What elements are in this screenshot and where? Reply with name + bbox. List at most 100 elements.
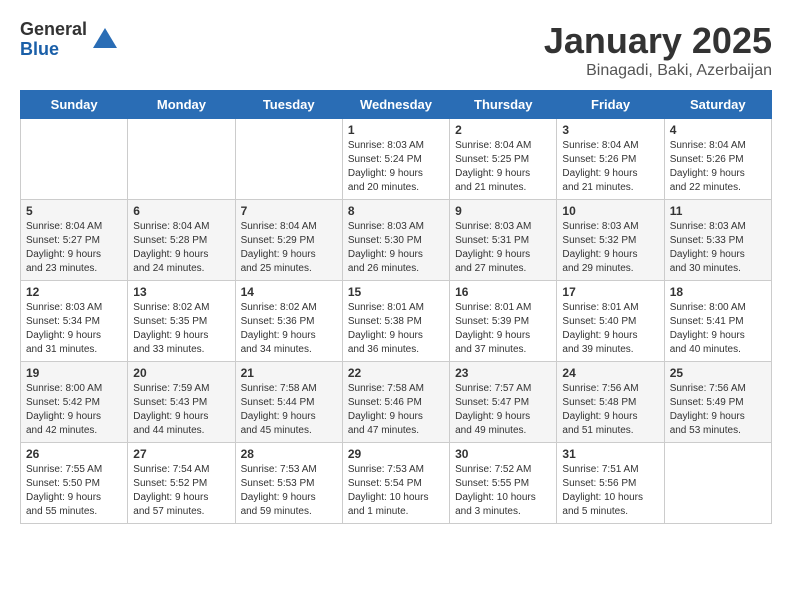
calendar-cell: 12 Sunrise: 8:03 AM Sunset: 5:34 PM Dayli…	[21, 281, 128, 362]
main-title: January 2025	[544, 20, 772, 62]
cell-content: Sunrise: 8:04 AM Sunset: 5:26 PM Dayligh…	[670, 139, 766, 195]
cell-content: Sunrise: 8:01 AM Sunset: 5:39 PM Dayligh…	[455, 301, 551, 357]
day-number: 6	[133, 204, 229, 218]
calendar-cell: 20Sunrise: 7:59 AM Sunset: 5:43 PM Dayli…	[128, 362, 235, 443]
calendar-week-row: 5Sunrise: 8:04 AM Sunset: 5:27 PM Daylig…	[21, 200, 772, 281]
cell-content: Sunrise: 8:01 AM Sunset: 5:40 PM Dayligh…	[562, 301, 658, 357]
calendar-cell: 2 Sunrise: 8:04 AM Sunset: 5:25 PM Daylig…	[450, 119, 557, 200]
day-number: 14	[241, 285, 337, 299]
day-number: 1	[348, 123, 444, 137]
day-number: 22	[348, 366, 444, 380]
calendar-week-row: 19 Sunrise: 8:00 AM Sunset: 5:42 PM Dayli…	[21, 362, 772, 443]
cell-content: Sunrise: 8:04 AM Sunset: 5:26 PM Dayligh…	[562, 139, 658, 195]
cell-content: Sunrise: 8:03 AM Sunset: 5:33 PM Dayligh…	[670, 220, 766, 276]
day-number: 18	[670, 285, 766, 299]
day-number: 19	[26, 366, 122, 380]
calendar-table: SundayMondayTuesdayWednesdayThursdayFrid…	[20, 90, 772, 524]
day-number: 2	[455, 123, 551, 137]
calendar-body: 1 Sunrise: 8:03 AM Sunset: 5:24 PM Daylig…	[21, 119, 772, 524]
calendar-cell: 17 Sunrise: 8:01 AM Sunset: 5:40 PM Dayli…	[557, 281, 664, 362]
day-number: 3	[562, 123, 658, 137]
header-day-sunday: Sunday	[21, 91, 128, 119]
cell-content: Sunrise: 8:04 AM Sunset: 5:29 PM Dayligh…	[241, 220, 337, 276]
calendar-cell: 22 Sunrise: 7:58 AM Sunset: 5:46 PM Dayli…	[342, 362, 449, 443]
cell-content: Sunrise: 8:03 AM Sunset: 5:31 PM Dayligh…	[455, 220, 551, 276]
calendar-cell	[235, 119, 342, 200]
day-number: 16	[455, 285, 551, 299]
header-day-friday: Friday	[557, 91, 664, 119]
logo-text: General Blue	[20, 20, 87, 60]
calendar-cell: 29Sunrise: 7:53 AM Sunset: 5:54 PM Dayli…	[342, 443, 449, 524]
calendar-cell	[128, 119, 235, 200]
day-number: 27	[133, 447, 229, 461]
calendar-cell: 4 Sunrise: 8:04 AM Sunset: 5:26 PM Daylig…	[664, 119, 771, 200]
calendar-cell: 3 Sunrise: 8:04 AM Sunset: 5:26 PM Daylig…	[557, 119, 664, 200]
day-number: 4	[670, 123, 766, 137]
calendar-cell: 6 Sunrise: 8:04 AM Sunset: 5:28 PM Daylig…	[128, 200, 235, 281]
day-number: 10	[562, 204, 658, 218]
calendar-cell: 7 Sunrise: 8:04 AM Sunset: 5:29 PM Daylig…	[235, 200, 342, 281]
header-day-monday: Monday	[128, 91, 235, 119]
cell-content: Sunrise: 8:03 AM Sunset: 5:34 PM Dayligh…	[26, 301, 122, 357]
cell-content: Sunrise: 8:00 AM Sunset: 5:42 PM Dayligh…	[26, 382, 122, 438]
calendar-week-row: 1 Sunrise: 8:03 AM Sunset: 5:24 PM Daylig…	[21, 119, 772, 200]
cell-content: Sunrise: 7:58 AM Sunset: 5:46 PM Dayligh…	[348, 382, 444, 438]
calendar-cell: 23 Sunrise: 7:57 AM Sunset: 5:47 PM Dayli…	[450, 362, 557, 443]
cell-content: Sunrise: 8:02 AM Sunset: 5:36 PM Dayligh…	[241, 301, 337, 357]
day-number: 8	[348, 204, 444, 218]
cell-content: Sunrise: 8:04 AM Sunset: 5:25 PM Dayligh…	[455, 139, 551, 195]
calendar-cell: 25 Sunrise: 7:56 AM Sunset: 5:49 PM Dayli…	[664, 362, 771, 443]
cell-content: Sunrise: 7:59 AM Sunset: 5:43 PM Dayligh…	[133, 382, 229, 438]
day-number: 23	[455, 366, 551, 380]
page-header: General Blue January 2025 Binagadi, Baki…	[20, 20, 772, 80]
calendar-cell: 5Sunrise: 8:04 AM Sunset: 5:27 PM Daylig…	[21, 200, 128, 281]
cell-content: Sunrise: 7:53 AM Sunset: 5:53 PM Dayligh…	[241, 463, 337, 519]
day-number: 12	[26, 285, 122, 299]
day-number: 25	[670, 366, 766, 380]
logo-blue: Blue	[20, 40, 87, 60]
calendar-cell: 26 Sunrise: 7:55 AM Sunset: 5:50 PM Dayli…	[21, 443, 128, 524]
day-number: 31	[562, 447, 658, 461]
calendar-cell: 31 Sunrise: 7:51 AM Sunset: 5:56 PM Dayli…	[557, 443, 664, 524]
logo: General Blue	[20, 20, 119, 60]
header-day-tuesday: Tuesday	[235, 91, 342, 119]
calendar-cell	[664, 443, 771, 524]
calendar-cell: 13Sunrise: 8:02 AM Sunset: 5:35 PM Dayli…	[128, 281, 235, 362]
cell-content: Sunrise: 7:56 AM Sunset: 5:48 PM Dayligh…	[562, 382, 658, 438]
cell-content: Sunrise: 7:57 AM Sunset: 5:47 PM Dayligh…	[455, 382, 551, 438]
cell-content: Sunrise: 7:51 AM Sunset: 5:56 PM Dayligh…	[562, 463, 658, 519]
logo-icon	[91, 26, 119, 54]
cell-content: Sunrise: 7:52 AM Sunset: 5:55 PM Dayligh…	[455, 463, 551, 519]
day-number: 29	[348, 447, 444, 461]
calendar-header: SundayMondayTuesdayWednesdayThursdayFrid…	[21, 91, 772, 119]
day-number: 9	[455, 204, 551, 218]
calendar-cell	[21, 119, 128, 200]
cell-content: Sunrise: 8:03 AM Sunset: 5:24 PM Dayligh…	[348, 139, 444, 195]
cell-content: Sunrise: 7:55 AM Sunset: 5:50 PM Dayligh…	[26, 463, 122, 519]
day-number: 21	[241, 366, 337, 380]
cell-content: Sunrise: 8:01 AM Sunset: 5:38 PM Dayligh…	[348, 301, 444, 357]
subtitle: Binagadi, Baki, Azerbaijan	[544, 62, 772, 80]
cell-content: Sunrise: 7:54 AM Sunset: 5:52 PM Dayligh…	[133, 463, 229, 519]
cell-content: Sunrise: 8:03 AM Sunset: 5:30 PM Dayligh…	[348, 220, 444, 276]
day-number: 26	[26, 447, 122, 461]
calendar-cell: 1 Sunrise: 8:03 AM Sunset: 5:24 PM Daylig…	[342, 119, 449, 200]
cell-content: Sunrise: 8:04 AM Sunset: 5:28 PM Dayligh…	[133, 220, 229, 276]
calendar-cell: 9 Sunrise: 8:03 AM Sunset: 5:31 PM Daylig…	[450, 200, 557, 281]
day-number: 24	[562, 366, 658, 380]
day-number: 13	[133, 285, 229, 299]
cell-content: Sunrise: 7:56 AM Sunset: 5:49 PM Dayligh…	[670, 382, 766, 438]
day-number: 7	[241, 204, 337, 218]
day-number: 11	[670, 204, 766, 218]
calendar-cell: 14 Sunrise: 8:02 AM Sunset: 5:36 PM Dayli…	[235, 281, 342, 362]
header-day-thursday: Thursday	[450, 91, 557, 119]
cell-content: Sunrise: 7:58 AM Sunset: 5:44 PM Dayligh…	[241, 382, 337, 438]
calendar-cell: 24 Sunrise: 7:56 AM Sunset: 5:48 PM Dayli…	[557, 362, 664, 443]
cell-content: Sunrise: 8:00 AM Sunset: 5:41 PM Dayligh…	[670, 301, 766, 357]
day-number: 15	[348, 285, 444, 299]
day-number: 30	[455, 447, 551, 461]
day-number: 17	[562, 285, 658, 299]
header-day-wednesday: Wednesday	[342, 91, 449, 119]
title-area: January 2025 Binagadi, Baki, Azerbaijan	[544, 20, 772, 80]
calendar-cell: 21 Sunrise: 7:58 AM Sunset: 5:44 PM Dayli…	[235, 362, 342, 443]
